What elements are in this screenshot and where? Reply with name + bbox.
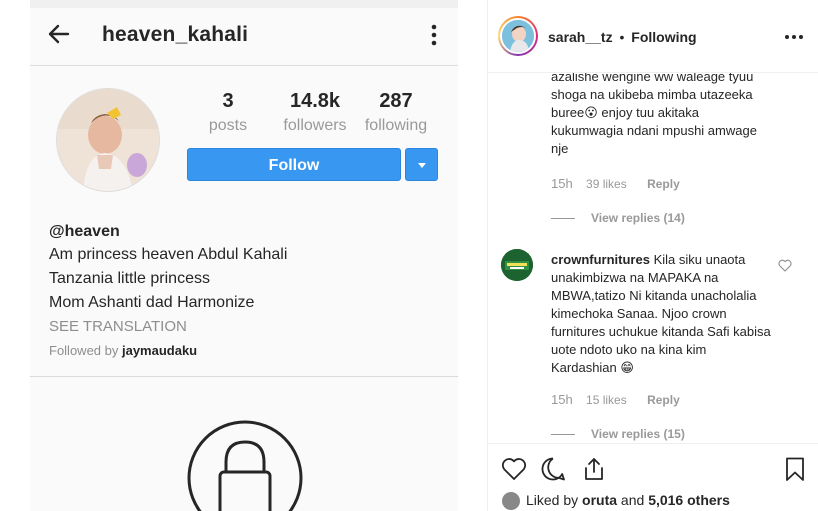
post-header: sarah__tz • Following — [488, 0, 818, 73]
stat-following[interactable]: 287 following — [358, 90, 434, 135]
liked-by-mid: and — [617, 492, 649, 508]
comment-likes[interactable]: 39 likes — [586, 177, 627, 191]
chevron-down-icon — [418, 163, 426, 168]
view-replies-line — [551, 434, 575, 436]
avatar-photo — [57, 89, 159, 191]
phone-frame: heaven_kahali 3 posts 14.8k followers 28… — [30, 0, 458, 511]
stat-posts[interactable]: 3 posts — [203, 90, 253, 135]
comment-text: azalishe wengine ww waleage tyuu shoga n… — [551, 73, 757, 156]
followers-count: 14.8k — [289, 90, 341, 112]
view-replies-line — [551, 218, 575, 220]
heart-icon[interactable] — [501, 456, 527, 482]
view-replies-label: View replies (15) — [591, 427, 685, 441]
bio-line: Mom Ashanti dad Harmonize — [49, 294, 255, 311]
view-replies-button[interactable]: View replies (15) — [551, 427, 685, 441]
posts-count: 3 — [222, 90, 234, 112]
lock-icon — [187, 420, 303, 511]
liker-avatar[interactable] — [502, 492, 520, 511]
comment-author-link[interactable]: crownfurnitures — [551, 252, 650, 267]
follow-dropdown-button[interactable] — [405, 148, 438, 181]
post-sidebar: sarah__tz • Following azalishe wengine w… — [487, 0, 818, 511]
comment-time[interactable]: 15h — [551, 176, 573, 191]
view-replies-button[interactable]: View replies (14) — [551, 211, 685, 225]
stat-followers[interactable]: 14.8k followers — [275, 90, 355, 135]
followed-by-prefix: Followed by — [49, 343, 122, 358]
follow-button[interactable]: Follow — [187, 148, 401, 181]
following-label: following — [364, 117, 428, 134]
bookmark-icon[interactable] — [782, 456, 808, 482]
followed-by: Followed by jaymaudaku — [49, 343, 449, 358]
more-options-icon[interactable] — [784, 30, 804, 44]
comment-meta: 15h 15 likes Reply — [551, 392, 680, 407]
commenter-avatar[interactable] — [501, 249, 533, 281]
comments-list[interactable]: azalishe wengine ww waleage tyuu shoga n… — [488, 73, 818, 443]
profile-username: heaven_kahali — [102, 23, 249, 46]
comment-text: Kila siku unaota unakimbizwa na MAPAKA n… — [551, 252, 771, 375]
followers-label: followers — [283, 117, 347, 134]
status-strip — [30, 0, 458, 8]
see-translation-link[interactable]: SEE TRANSLATION — [49, 316, 449, 338]
comment-item: crownfurnitures Kila siku unaota unakimb… — [551, 251, 773, 377]
following-button[interactable]: Following — [631, 29, 696, 45]
liked-by-others-link[interactable]: 5,016 others — [648, 492, 730, 508]
liked-by-prefix: Liked by — [526, 492, 583, 508]
comment-likes[interactable]: 15 likes — [586, 393, 627, 407]
comment-like-heart-icon[interactable] — [778, 259, 792, 272]
bio-line: Tanzania little princess — [49, 270, 210, 287]
author-avatar[interactable] — [498, 16, 538, 56]
reply-button[interactable]: Reply — [647, 393, 680, 407]
share-icon[interactable] — [581, 456, 607, 482]
post-actions: Liked by oruta and 5,016 others — [488, 443, 818, 511]
bio-handle: @heaven — [49, 223, 120, 240]
profile-bio: @heaven Am princess heaven Abdul Kahali … — [49, 221, 449, 358]
bio-line: Am princess heaven Abdul Kahali — [49, 246, 288, 263]
author-avatar-photo — [502, 20, 534, 52]
post-author-link[interactable]: sarah__tz — [548, 29, 613, 45]
comment-meta: 15h 39 likes Reply — [551, 176, 680, 191]
following-count: 287 — [379, 90, 413, 112]
followed-by-user-link[interactable]: jaymaudaku — [122, 343, 197, 358]
profile-avatar — [56, 88, 160, 192]
kebab-menu-icon[interactable] — [428, 22, 440, 48]
view-replies-label: View replies (14) — [591, 211, 685, 225]
posts-label: posts — [208, 117, 248, 134]
profile-screenshot: heaven_kahali 3 posts 14.8k followers 28… — [0, 0, 487, 511]
reply-button[interactable]: Reply — [647, 177, 680, 191]
back-arrow-icon[interactable] — [47, 22, 71, 46]
profile-header: heaven_kahali — [30, 8, 458, 66]
comment-time[interactable]: 15h — [551, 392, 573, 407]
liked-by-line: Liked by oruta and 5,016 others — [502, 492, 730, 511]
separator-dot: • — [619, 29, 625, 45]
comment-icon[interactable] — [540, 456, 566, 482]
post-author-line: sarah__tz • Following — [548, 29, 697, 45]
liked-by-user-link[interactable]: oruta — [582, 492, 617, 508]
commenter-avatar-photo — [501, 249, 533, 281]
